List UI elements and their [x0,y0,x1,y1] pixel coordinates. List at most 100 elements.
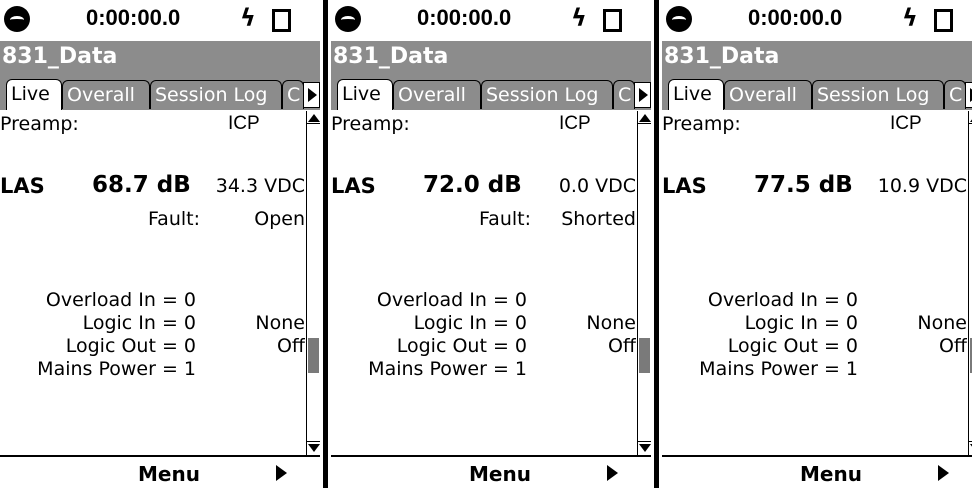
lightning-bolt-icon: ϟ [902,4,918,32]
scroll-up-icon[interactable] [638,111,651,125]
logic-in-value: None [255,312,305,334]
fault-value: Open [254,208,305,230]
tab-session-log[interactable]: Session Log [812,80,944,109]
vertical-scrollbar[interactable] [968,111,972,455]
tab-bar: Live Overall Session Log C [0,78,320,110]
logic-in: Logic In = 0 [413,312,527,334]
tab-truncated[interactable]: C [613,80,635,109]
tab-truncated[interactable]: C [282,80,304,109]
tab-session-log[interactable]: Session Log [481,80,613,109]
device-screen-1: 0:00:00.0 ϟ 831_Data Live Overall Sessio… [0,0,320,488]
elapsed-time: 0:00:00.0 [748,5,843,30]
scroll-down-icon[interactable] [307,441,320,455]
voltage-value: 0.0 VDC [558,175,636,197]
voltage-value: 10.9 VDC [877,175,967,197]
tab-scroll-right-icon[interactable] [634,82,651,108]
lightning-bolt-icon: ϟ [240,4,256,32]
fault-label: Fault: [479,208,531,230]
scroll-thumb[interactable] [639,338,650,373]
fault-value: Shorted [561,208,636,230]
elapsed-time: 0:00:00.0 [417,5,512,30]
file-title: 831_Data [664,44,780,69]
battery-icon [603,9,622,32]
battery-icon [272,9,291,32]
live-content: Preamp: ICP LAS 77.5 dB 10.9 VDC Overloa… [662,111,967,455]
metric-value: 72.0 dB [423,172,522,198]
status-bar: 0:00:00.0 ϟ [0,0,320,40]
overload-in: Overload In = 0 [376,289,527,311]
logic-out: Logic Out = 0 [65,335,196,357]
scroll-down-icon[interactable] [638,441,651,455]
mains-power: Mains Power = 1 [368,358,527,380]
logic-out-value: Off [607,335,636,357]
metric-value: 68.7 dB [92,172,191,198]
metric-label: LAS [662,174,707,198]
title-bar: 831_Data [662,41,972,78]
menu-button[interactable]: Menu [138,462,200,486]
lightning-bolt-icon: ϟ [571,4,587,32]
scroll-thumb[interactable] [308,338,319,373]
mains-power: Mains Power = 1 [699,358,858,380]
live-content: Preamp: ICP LAS 68.7 dB 34.3 VDC Fault: … [0,111,305,455]
logic-in-value: None [917,312,967,334]
tab-scroll-right-icon[interactable] [303,82,320,108]
vertical-scrollbar[interactable] [637,111,651,455]
mains-power: Mains Power = 1 [37,358,196,380]
preamp-value: ICP [228,113,260,134]
tab-overall[interactable]: Overall [393,80,481,109]
panel-divider [651,0,662,488]
elapsed-time: 0:00:00.0 [86,5,181,30]
logic-in: Logic In = 0 [744,312,858,334]
panel-divider [320,0,331,488]
circle-logo-icon [335,6,361,32]
preamp-label: Preamp: [662,113,741,135]
voltage-value: 34.3 VDC [215,175,305,197]
preamp-label: Preamp: [331,113,410,135]
live-content: Preamp: ICP LAS 72.0 dB 0.0 VDC Fault: S… [331,111,636,455]
metric-value: 77.5 dB [754,172,853,198]
file-title: 831_Data [333,44,449,69]
bottom-bar: Menu [331,455,651,488]
logic-in-value: None [586,312,636,334]
battery-icon [934,9,953,32]
tab-overall[interactable]: Overall [724,80,812,109]
bottom-bar: Menu [662,455,972,488]
preamp-value: ICP [890,113,922,134]
fault-label: Fault: [148,208,200,230]
overload-in: Overload In = 0 [45,289,196,311]
circle-logo-icon [666,6,692,32]
right-triangle-icon[interactable] [276,465,287,481]
file-title: 831_Data [2,44,118,69]
right-triangle-icon[interactable] [607,465,618,481]
tab-live[interactable]: Live [668,79,724,110]
preamp-value: ICP [559,113,591,134]
logic-out-value: Off [938,335,967,357]
tab-overall[interactable]: Overall [62,80,150,109]
logic-out-value: Off [276,335,305,357]
menu-button[interactable]: Menu [469,462,531,486]
tab-scroll-right-icon[interactable] [965,82,972,108]
tab-bar: Live Overall Session Log C [662,78,972,110]
metric-label: LAS [0,174,45,198]
device-screen-3: 0:00:00.0 ϟ 831_Data Live Overall Sessio… [662,0,972,488]
scroll-up-icon[interactable] [307,111,320,125]
tab-bar: Live Overall Session Log C [331,78,651,110]
tab-live[interactable]: Live [337,79,393,110]
device-screen-2: 0:00:00.0 ϟ 831_Data Live Overall Sessio… [331,0,651,488]
menu-button[interactable]: Menu [800,462,862,486]
right-triangle-icon[interactable] [938,465,949,481]
title-bar: 831_Data [0,41,320,78]
status-bar: 0:00:00.0 ϟ [331,0,651,40]
preamp-label: Preamp: [0,113,79,135]
title-bar: 831_Data [331,41,651,78]
vertical-scrollbar[interactable] [306,111,320,455]
overload-in: Overload In = 0 [707,289,858,311]
logic-out: Logic Out = 0 [396,335,527,357]
tab-live[interactable]: Live [6,79,62,110]
tab-truncated[interactable]: C [944,80,966,109]
circle-logo-icon [4,6,30,32]
tab-session-log[interactable]: Session Log [150,80,282,109]
status-bar: 0:00:00.0 ϟ [662,0,972,40]
bottom-bar: Menu [0,455,320,488]
logic-out: Logic Out = 0 [727,335,858,357]
